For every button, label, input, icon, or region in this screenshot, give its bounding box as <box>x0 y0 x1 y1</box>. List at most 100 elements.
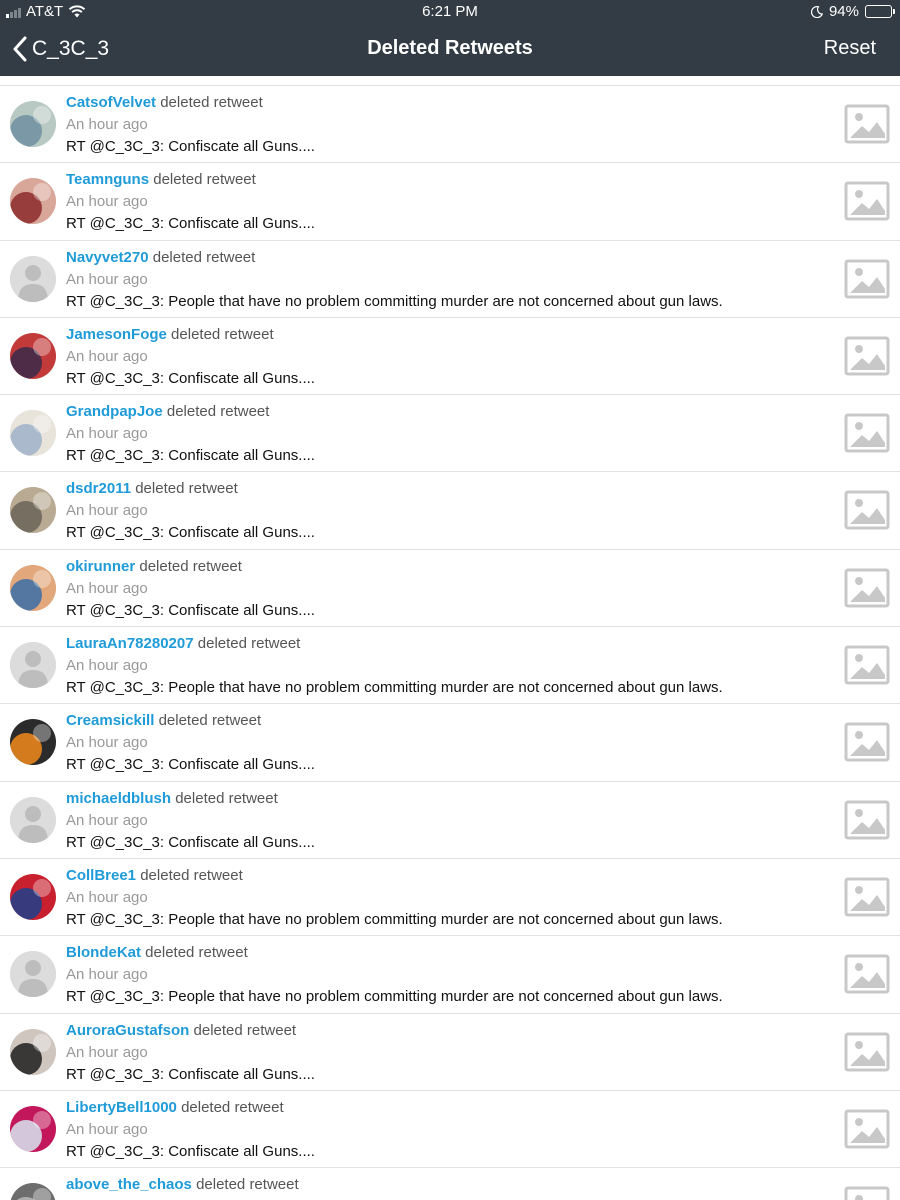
username-link[interactable]: LauraAn78280207 <box>66 635 194 652</box>
timestamp: An hour ago <box>66 657 148 675</box>
list-item[interactable]: okirunner deleted retweet An hour ago RT @… <box>0 550 900 628</box>
list-item[interactable]: Creamsickill deleted retweet An hour ago R… <box>0 704 900 782</box>
list-item[interactable]: AuroraGustafson deleted retweet An hour a… <box>0 1014 900 1091</box>
tweet-text: RT @C_3C_3: Confiscate all Guns.... <box>66 1065 315 1083</box>
action-label: deleted retweet <box>196 1176 299 1194</box>
avatar[interactable] <box>10 873 56 920</box>
tweet-text: RT @C_3C_3: Confiscate all Guns.... <box>66 215 315 233</box>
list-item[interactable]: LibertyBell1000 deleted retweet An hour a… <box>0 1091 900 1169</box>
username-link[interactable]: Teamnguns <box>66 171 149 188</box>
list-item[interactable]: LauraAn78280207 deleted retweet An hour a… <box>0 627 900 705</box>
tweet-text: RT @C_3C_3: Confiscate all Guns.... <box>66 369 315 387</box>
tweet-text: RT @C_3C_3: Confiscate all Guns.... <box>66 138 315 155</box>
default-avatar-icon[interactable] <box>10 951 56 998</box>
username-link[interactable]: CatsofVelvet <box>66 94 156 111</box>
image-placeholder-icon[interactable] <box>844 645 890 685</box>
status-bar: AT&T 6:21 PM 94% <box>0 0 900 24</box>
avatar[interactable] <box>10 487 56 534</box>
action-label: deleted retweet <box>160 94 263 111</box>
username-link[interactable]: AuroraGustafson <box>66 1022 189 1039</box>
navigation-bar: C_3C_3 Deleted Retweets Reset <box>0 24 900 76</box>
timestamp: An hour ago <box>66 116 148 133</box>
timestamp: An hour ago <box>66 193 148 211</box>
avatar[interactable] <box>10 719 56 766</box>
default-avatar-icon[interactable] <box>10 255 56 302</box>
moon-icon <box>810 5 823 18</box>
action-label: deleted retweet <box>197 635 301 653</box>
action-label: deleted retweet <box>166 403 270 421</box>
timestamp: An hour ago <box>66 347 148 365</box>
image-placeholder-icon[interactable] <box>844 1032 890 1072</box>
image-placeholder-icon[interactable] <box>844 800 890 840</box>
default-avatar-icon[interactable] <box>10 642 56 689</box>
tweet-text: RT @C_3C_3: People that have no problem … <box>66 292 723 310</box>
list-item[interactable]: Teamnguns deleted retweet An hour ago RT @… <box>0 163 900 241</box>
default-avatar-icon[interactable] <box>10 796 56 843</box>
battery-percent: 94% <box>828 3 859 20</box>
image-placeholder-icon[interactable] <box>844 259 890 299</box>
image-placeholder-icon[interactable] <box>844 181 890 221</box>
image-placeholder-icon[interactable] <box>844 104 890 144</box>
list-item[interactable]: BlondeKat deleted retweet An hour ago RT @… <box>0 936 900 1014</box>
page-title: Deleted Retweets <box>367 37 533 59</box>
action-label: deleted retweet <box>145 944 248 962</box>
username-link[interactable]: JamesonFoge <box>66 326 167 343</box>
avatar[interactable] <box>10 410 56 457</box>
list-item[interactable]: CatsofVelvet deleted retweet An hour ago R… <box>0 86 900 164</box>
list-item[interactable]: dsdr2011 deleted retweet An hour ago RT @C… <box>0 472 900 550</box>
timestamp: An hour ago <box>66 270 148 288</box>
image-placeholder-icon[interactable] <box>844 954 890 994</box>
list-item[interactable]: michaeldblush deleted retweet An hour ago… <box>0 782 900 859</box>
tweet-text: RT @C_3C_3: Confiscate all Guns.... <box>66 524 315 542</box>
timestamp: An hour ago <box>66 734 148 752</box>
image-placeholder-icon[interactable] <box>844 1109 890 1149</box>
tweet-text: RT @C_3C_3: People that have no problem … <box>66 679 723 697</box>
list-item[interactable]: GrandpapJoe deleted retweet An hour ago RT… <box>0 395 900 473</box>
list-item[interactable]: JamesonFoge deleted retweet An hour ago RT… <box>0 318 900 396</box>
action-label: deleted retweet <box>135 480 238 498</box>
image-placeholder-icon[interactable] <box>844 1186 890 1200</box>
username-link[interactable]: GrandpapJoe <box>66 403 163 420</box>
username-link[interactable]: Navyvet270 <box>66 249 149 266</box>
username-link[interactable]: CollBree1 <box>66 867 136 884</box>
avatar[interactable] <box>10 564 56 611</box>
tweet-text: RT @C_3C_3: People that have no problem … <box>66 988 723 1006</box>
list-item[interactable]: CollBree1 deleted retweet An hour ago RT @… <box>0 859 900 937</box>
tweet-text: RT @C_3C_3: Confiscate all Guns.... <box>66 601 315 619</box>
avatar[interactable] <box>10 1105 56 1152</box>
username-link[interactable]: Creamsickill <box>66 712 154 729</box>
image-placeholder-icon[interactable] <box>844 336 890 376</box>
action-label: deleted retweet <box>158 712 262 730</box>
username-link[interactable]: dsdr2011 <box>66 480 131 497</box>
avatar[interactable] <box>10 178 56 225</box>
timestamp: An hour ago <box>66 425 148 443</box>
image-placeholder-icon[interactable] <box>844 877 890 917</box>
clock: 6:21 PM <box>422 3 478 20</box>
avatar[interactable] <box>10 101 56 147</box>
avatar[interactable] <box>10 1183 56 1200</box>
deleted-retweets-list: CatsofVelvet deleted retweet An hour ago R… <box>0 85 900 1200</box>
username-link[interactable]: above_the_chaos <box>66 1176 192 1193</box>
list-item[interactable]: Navyvet270 deleted retweet An hour ago RT … <box>0 241 900 318</box>
image-placeholder-icon[interactable] <box>844 490 890 530</box>
timestamp: An hour ago <box>66 1043 148 1061</box>
action-label: deleted retweet <box>152 248 256 266</box>
username-link[interactable]: michaeldblush <box>66 790 171 807</box>
action-label: deleted retweet <box>153 171 256 189</box>
image-placeholder-icon[interactable] <box>844 413 890 453</box>
action-label: deleted retweet <box>193 1021 297 1039</box>
tweet-text: RT @C_3C_3: People that have no problem … <box>66 910 723 928</box>
image-placeholder-icon[interactable] <box>844 568 890 608</box>
reset-button[interactable]: Reset <box>824 37 876 60</box>
avatar[interactable] <box>10 1028 56 1075</box>
username-link[interactable]: BlondeKat <box>66 944 141 961</box>
username-link[interactable]: LibertyBell1000 <box>66 1099 177 1116</box>
top-bar: AT&T 6:21 PM 94% C_3C_3 Deleted Retweets… <box>0 0 900 76</box>
image-placeholder-icon[interactable] <box>844 722 890 762</box>
action-label: deleted retweet <box>175 789 278 807</box>
timestamp: An hour ago <box>66 888 148 906</box>
username-link[interactable]: okirunner <box>66 558 135 575</box>
avatar[interactable] <box>10 332 56 379</box>
list-item[interactable]: above_the_chaos deleted retweet <box>0 1168 900 1200</box>
battery-icon <box>865 5 895 18</box>
